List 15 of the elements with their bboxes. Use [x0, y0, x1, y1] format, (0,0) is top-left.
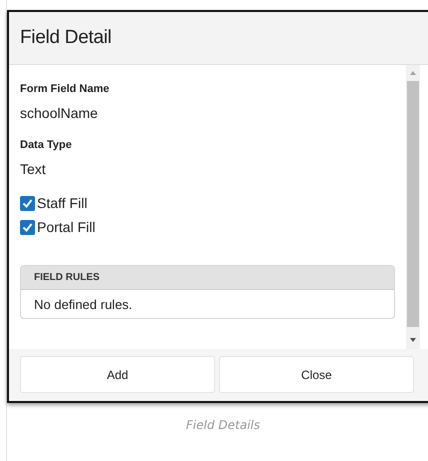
dialog-button[interactable]: Add	[20, 356, 215, 393]
figure-caption: Field Details	[185, 418, 261, 432]
checkbox-label: Staff Fill	[37, 195, 88, 211]
scrollbar[interactable]	[406, 65, 420, 349]
field-value: Text	[20, 161, 47, 177]
dialog-button[interactable]: Close	[219, 356, 414, 393]
checkbox[interactable]	[20, 196, 35, 210]
checkbox-label: Portal Fill	[37, 219, 96, 235]
field-label: Data Type	[20, 139, 73, 151]
checkbox[interactable]	[20, 220, 35, 234]
field-label: Form Field Name	[20, 83, 110, 95]
field-value: schoolName	[20, 105, 99, 121]
dialog-title: Field Detail	[20, 27, 112, 49]
panel-heading: FIELD RULES	[34, 272, 100, 283]
empty-message: No defined rules.	[34, 296, 132, 312]
